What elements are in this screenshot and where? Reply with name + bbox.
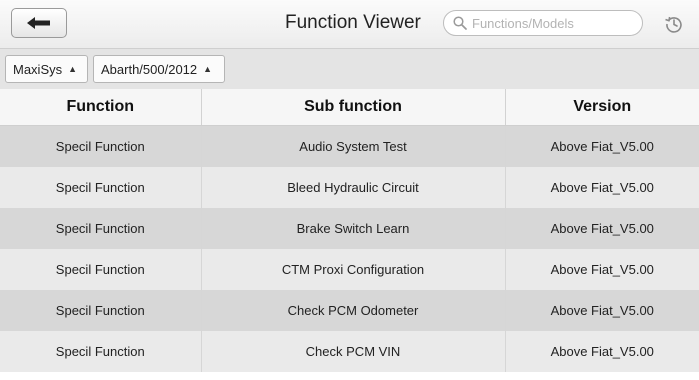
function-cell: Specil Function [0, 331, 202, 372]
filter-bar: MaxiSys ▲ Abarth/500/2012 ▲ [0, 49, 699, 89]
column-header-sub-function[interactable]: Sub function [201, 89, 506, 126]
table-row[interactable]: Specil Function Audio System Test Above … [0, 125, 699, 167]
system-dropdown-label: MaxiSys [13, 61, 63, 77]
table-row[interactable]: Specil Function CTM Proxi Configuration … [0, 249, 699, 290]
table-row[interactable]: Specil Function Check PCM VIN Above Fiat… [0, 331, 699, 372]
table-row[interactable]: Specil Function Brake Switch Learn Above… [0, 208, 699, 249]
version-cell: Above Fiat_V5.00 [505, 208, 699, 249]
back-arrow-icon [27, 17, 50, 29]
version-cell: Above Fiat_V5.00 [505, 125, 699, 167]
search-icon [453, 16, 467, 30]
function-cell: Specil Function [0, 167, 202, 208]
back-button[interactable] [11, 8, 67, 38]
vehicle-dropdown-label: Abarth/500/2012 [101, 61, 198, 77]
column-header-function[interactable]: Function [0, 89, 202, 126]
sub-function-cell: Audio System Test [201, 125, 506, 167]
column-header-version[interactable]: Version [505, 89, 699, 126]
version-cell: Above Fiat_V5.00 [505, 331, 699, 372]
caret-up-icon: ▲ [203, 64, 213, 74]
version-cell: Above Fiat_V5.00 [505, 249, 699, 290]
history-icon [665, 16, 682, 33]
table-header-row: Function Sub function Version [0, 89, 699, 126]
table-row[interactable]: Specil Function Bleed Hydraulic Circuit … [0, 167, 699, 208]
history-button[interactable] [662, 12, 686, 36]
function-cell: Specil Function [0, 290, 202, 331]
table-row[interactable]: Specil Function Check PCM Odometer Above… [0, 290, 699, 331]
search-box[interactable] [443, 10, 643, 36]
sub-function-cell: CTM Proxi Configuration [201, 249, 506, 290]
function-table: Function Sub function Version Specil Fun… [0, 89, 699, 372]
sub-function-cell: Bleed Hydraulic Circuit [201, 167, 506, 208]
caret-up-icon: ▲ [68, 64, 78, 74]
version-cell: Above Fiat_V5.00 [505, 290, 699, 331]
vehicle-dropdown[interactable]: Abarth/500/2012 ▲ [93, 55, 225, 83]
sub-function-cell: Check PCM VIN [201, 331, 506, 372]
function-cell: Specil Function [0, 125, 202, 167]
sub-function-cell: Brake Switch Learn [201, 208, 506, 249]
sub-function-cell: Check PCM Odometer [201, 290, 506, 331]
system-dropdown[interactable]: MaxiSys ▲ [5, 55, 88, 83]
version-cell: Above Fiat_V5.00 [505, 167, 699, 208]
function-cell: Specil Function [0, 208, 202, 249]
page-title: Function Viewer [285, 12, 421, 33]
top-bar: Function Viewer [0, 0, 699, 49]
function-cell: Specil Function [0, 249, 202, 290]
search-input[interactable] [472, 15, 632, 31]
